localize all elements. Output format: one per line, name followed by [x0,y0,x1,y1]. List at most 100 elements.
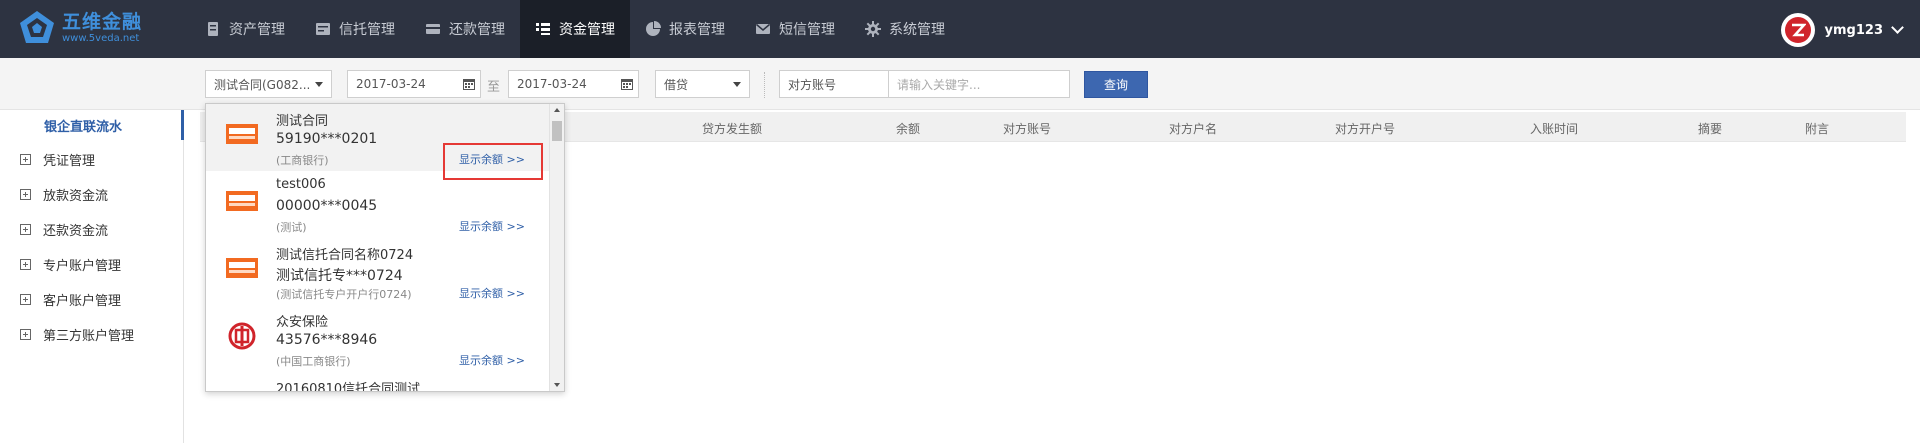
date-to-input[interactable]: 2017-03-24 [508,70,639,98]
column-header: 贷方发生额 [702,122,763,136]
brand-logo[interactable]: 五维金融 www.5veda.net [18,9,142,47]
sidebar-item-label: 还款资金流 [43,223,109,239]
pingan-bank-icon [226,191,258,211]
fund-icon [536,23,550,35]
nav-label: 资产管理 [229,22,285,38]
account-name: 测试信托合同名称0724 [276,248,414,263]
account-option[interactable]: 20160810信托合同测试 [206,372,550,391]
date-from-input[interactable]: 2017-03-24 [347,70,481,98]
sms-icon [756,23,770,34]
sidebar-item-customer-account[interactable]: 客户账户管理 [0,284,184,314]
sidebar-item-label: 凭证管理 [43,153,96,169]
brand-name: 五维金融 [62,11,143,33]
query-button[interactable]: 查询 [1084,71,1148,98]
expand-icon [20,153,31,165]
show-balance-link[interactable]: 显示余额 >> [459,285,525,301]
sidebar-item-special-account[interactable]: 专户账户管理 [0,249,184,279]
field-select-value: 对方账号 [788,77,837,92]
date-from-value: 2017-03-24 [356,77,426,91]
icbc-bank-icon [228,322,256,350]
sidebar-item-label: 客户账户管理 [43,293,122,309]
chevron-down-icon [1891,21,1904,34]
pingan-bank-icon [226,124,258,144]
gear-icon [865,21,881,37]
contract-select[interactable]: 测试合同(G082... [205,70,332,98]
account-bank: (测试信托专户开户行0724) [276,288,412,301]
nav-label: 资金管理 [559,22,615,38]
expand-icon [20,258,31,270]
sidebar-item-label: 第三方账户管理 [43,328,135,344]
sidebar-item-label: 放款资金流 [43,188,109,204]
expand-icon [20,328,31,340]
sidebar-item-bank-enterprise-flow[interactable]: 银企直联流水 [0,110,184,140]
sidebar-item-loan-fund-flow[interactable]: 放款资金流 [0,179,184,209]
expand-icon [20,223,31,235]
account-name: 众安保险 [276,315,329,330]
chevron-down-icon [315,82,323,87]
nav-trust-management[interactable]: 信托管理 [300,0,410,58]
avatar [1780,13,1815,47]
account-option[interactable]: test006 00000***0045 (测试) 显示余额 >> [206,171,550,238]
scrollbar[interactable] [549,104,564,391]
show-balance-link[interactable]: 显示余额 >> [459,218,525,234]
top-nav-bar: 五维金融 www.5veda.net 资产管理 信托管理 还款管理 资金管理 报… [0,0,1920,58]
nav-asset-management[interactable]: 资产管理 [190,0,300,58]
nav-label: 短信管理 [779,22,835,38]
expand-icon [20,188,31,200]
scroll-up-icon[interactable] [554,108,560,112]
account-option[interactable]: 测试信托合同名称0724 测试信托专***0724 (测试信托专户开户行0724… [206,238,550,305]
nav-label: 系统管理 [889,22,945,38]
sidebar-item-voucher[interactable]: 凭证管理 [0,144,184,174]
column-header: 对方账号 [1003,122,1052,136]
nav-system-management[interactable]: 系统管理 [850,0,960,58]
account-number: 00000***0045 [276,198,378,214]
column-header: 摘要 [1698,122,1723,136]
report-icon [646,21,661,36]
main-nav: 资产管理 信托管理 还款管理 资金管理 报表管理 短信管理 系统管理 [190,0,960,58]
column-header: 入账时间 [1530,122,1579,136]
sidebar-item-third-party-account[interactable]: 第三方账户管理 [0,319,184,349]
calendar-icon[interactable] [462,77,476,91]
chevron-down-icon [733,82,741,87]
sidebar-item-label: 专户账户管理 [43,258,122,274]
nav-label: 信托管理 [339,22,395,38]
user-menu[interactable]: ymg123 [1780,13,1904,47]
sidebar-item-repay-fund-flow[interactable]: 还款资金流 [0,214,184,244]
nav-fund-management[interactable]: 资金管理 [520,0,630,58]
expand-icon [20,293,31,305]
nav-repayment-management[interactable]: 还款管理 [410,0,520,58]
field-select[interactable]: 对方账号 [779,70,889,98]
account-number: 测试信托专***0724 [276,268,403,284]
username: ymg123 [1824,22,1883,38]
account-bank: (工商银行) [276,154,329,167]
account-bank: (测试) [276,221,307,234]
date-to-value: 2017-03-24 [517,77,587,91]
account-name: test006 [276,177,326,192]
date-range-separator: 至 [487,80,501,95]
direction-select-value: 借贷 [664,77,689,92]
column-header: 附言 [1805,122,1830,136]
user-logo-icon [1791,23,1806,37]
pingan-bank-icon [226,258,258,278]
account-number: 43576***8946 [276,332,378,348]
brand-url: www.5veda.net [62,33,140,44]
logo-icon [20,11,54,43]
direction-select[interactable]: 借贷 [655,70,750,98]
column-header: 对方开户号 [1335,122,1396,136]
nav-report-management[interactable]: 报表管理 [630,0,740,58]
nav-label: 还款管理 [449,22,505,38]
scrollbar-thumb[interactable] [552,121,562,141]
keyword-input[interactable]: 请输入关键字... [888,70,1070,98]
trust-icon [316,23,330,35]
repay-icon [426,24,440,34]
asset-icon [208,22,218,36]
keyword-placeholder: 请输入关键字... [897,77,981,92]
account-option[interactable]: 众安保险 43576***8946 (中国工商银行) 显示余额 >> [206,305,550,372]
show-balance-link[interactable]: 显示余额 >> [459,352,525,368]
divider [764,72,765,98]
sidebar: 银企直联流水 凭证管理 放款资金流 还款资金流 专户账户管理 客户账户管理 第三… [0,110,184,443]
nav-sms-management[interactable]: 短信管理 [740,0,850,58]
calendar-icon[interactable] [620,77,634,91]
scroll-down-icon[interactable] [554,383,560,387]
column-header: 对方户名 [1169,122,1218,136]
